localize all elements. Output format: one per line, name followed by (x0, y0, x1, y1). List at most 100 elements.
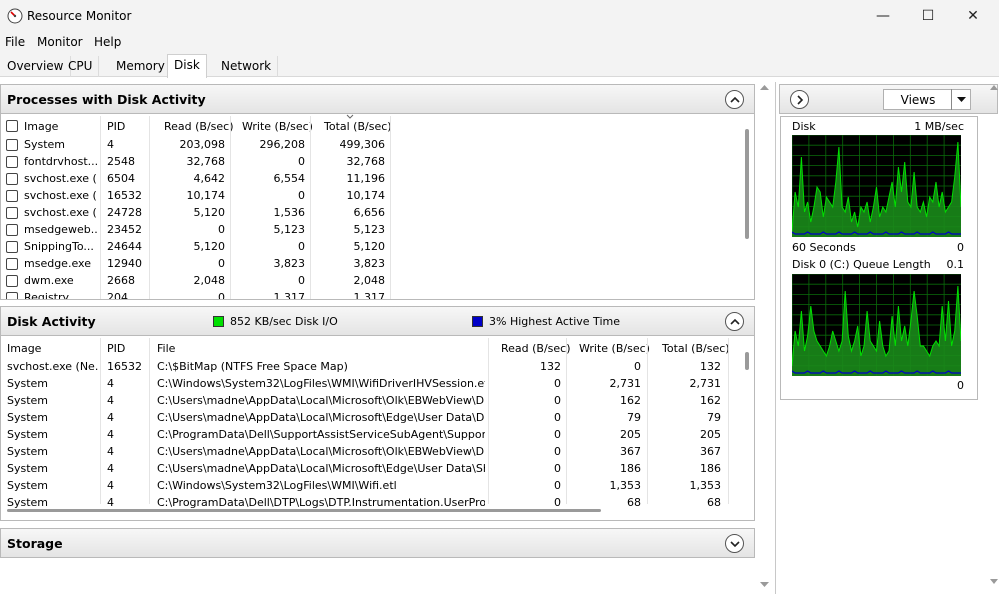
process-row[interactable]: svchost.exe (... 16532 10,174 0 10,174 (1, 188, 741, 205)
process-checkbox[interactable] (6, 258, 18, 270)
disk-activity-row[interactable]: System 4 C:\Users\madne\AppData\Local\Micr… (1, 444, 741, 461)
process-row[interactable]: Registry 204 0 1,317 1,317 (1, 290, 741, 300)
disk-activity-row[interactable]: System 4 C:\Windows\System32\LogFiles\WMI\… (1, 478, 741, 495)
processes-section-title: Processes with Disk Activity (7, 92, 206, 107)
da-pid: 4 (107, 496, 114, 509)
col-image[interactable]: Image (24, 120, 58, 133)
process-checkbox[interactable] (6, 173, 18, 185)
process-row[interactable]: msedgeweb... 23452 0 5,123 5,123 (1, 222, 741, 239)
da-pid: 4 (107, 377, 114, 390)
process-checkbox[interactable] (6, 241, 18, 253)
disk-activity-section-header[interactable]: Disk Activity 852 KB/sec Disk I/O 3% Hig… (0, 306, 755, 336)
da-total: 2,731 (689, 377, 722, 390)
active-time-legend-swatch (472, 316, 483, 327)
scroll-up-arrow-icon[interactable] (760, 84, 769, 90)
tab-overview[interactable]: Overview (1, 56, 71, 77)
process-checkbox[interactable] (6, 156, 18, 168)
da-pid: 4 (107, 479, 114, 492)
menu-bar: File Monitor Help (0, 32, 999, 52)
right-scroll-up-icon[interactable] (990, 84, 998, 90)
menu-help[interactable]: Help (94, 35, 121, 49)
process-read: 5,120 (193, 240, 226, 253)
da-read: 0 (554, 394, 561, 407)
col-da-file[interactable]: File (157, 342, 175, 355)
da-image: System (7, 411, 49, 424)
col-da-total[interactable]: Total (B/sec) (662, 342, 730, 355)
disk-activity-row[interactable]: System 4 C:\Users\madne\AppData\Local\Micr… (1, 393, 741, 410)
tab-network[interactable]: Network (215, 56, 279, 77)
views-dropdown[interactable] (951, 89, 971, 110)
da-file: C:\Windows\System32\LogFiles\WMI\WifiDri… (157, 377, 485, 390)
process-row[interactable]: fontdrvhost.... 2548 32,768 0 32,768 (1, 154, 741, 171)
process-row[interactable]: msedge.exe 12940 0 3,823 3,823 (1, 256, 741, 273)
process-row[interactable]: dwm.exe 2668 2,048 0 2,048 (1, 273, 741, 290)
processes-section-header[interactable]: Processes with Disk Activity (0, 84, 755, 114)
process-checkbox[interactable] (6, 207, 18, 219)
left-pane: Processes with Disk Activity Image PID R… (0, 82, 769, 594)
menu-monitor[interactable]: Monitor (37, 35, 83, 49)
tab-cpu[interactable]: CPU (62, 56, 100, 77)
col-da-pid[interactable]: PID (107, 342, 125, 355)
right-scroll-down-icon[interactable] (990, 579, 998, 585)
process-image: msedge.exe (24, 257, 91, 270)
process-write: 6,554 (273, 172, 306, 185)
da-total: 68 (707, 496, 721, 509)
col-da-write[interactable]: Write (B/sec) (579, 342, 650, 355)
col-write[interactable]: Write (B/sec) (242, 120, 313, 133)
expand-storage-button[interactable] (725, 534, 744, 553)
process-row[interactable]: System 4 203,098 296,208 499,306 (1, 137, 741, 154)
maximize-button[interactable]: ☐ (905, 0, 951, 32)
process-read: 4,642 (193, 172, 226, 185)
process-image: dwm.exe (24, 274, 74, 287)
select-all-checkbox[interactable] (6, 120, 18, 132)
menu-file[interactable]: File (5, 35, 25, 49)
process-write: 1,317 (273, 291, 306, 300)
process-write: 0 (298, 274, 305, 287)
collapse-disk-activity-button[interactable] (725, 312, 744, 331)
da-write: 2,731 (609, 377, 642, 390)
collapse-processes-button[interactable] (725, 90, 744, 109)
da-write: 186 (620, 462, 641, 475)
scroll-down-arrow-icon[interactable] (760, 582, 769, 588)
da-write: 0 (634, 360, 641, 373)
process-checkbox[interactable] (6, 292, 18, 299)
process-checkbox[interactable] (6, 224, 18, 236)
process-row[interactable]: svchost.exe (... 24728 5,120 1,536 6,656 (1, 205, 741, 222)
disk-activity-row[interactable]: System 4 C:\Windows\System32\LogFiles\WMI\… (1, 376, 741, 393)
col-pid[interactable]: PID (107, 120, 125, 133)
col-read[interactable]: Read (B/sec) (164, 120, 234, 133)
minimize-button[interactable]: — (860, 0, 906, 32)
close-button[interactable]: ✕ (950, 0, 996, 32)
disk-activity-hscrollbar[interactable] (7, 509, 601, 512)
process-checkbox[interactable] (6, 139, 18, 151)
process-checkbox[interactable] (6, 275, 18, 287)
col-da-read[interactable]: Read (B/sec) (501, 342, 571, 355)
process-pid: 2548 (107, 155, 135, 168)
processes-scrollbar[interactable] (745, 129, 749, 239)
process-read: 5,120 (193, 206, 226, 219)
storage-section-header[interactable]: Storage (0, 528, 755, 558)
process-total: 32,768 (346, 155, 386, 168)
views-label: Views (900, 93, 936, 107)
da-pid: 4 (107, 462, 114, 475)
tab-memory[interactable]: Memory (110, 56, 172, 77)
disk-activity-row[interactable]: svchost.exe (Ne... 16532 C:\$BitMap (NTFS … (1, 359, 741, 376)
disk-activity-row[interactable]: System 4 C:\Users\madne\AppData\Local\Micr… (1, 410, 741, 427)
process-row[interactable]: SnippingTo... 24644 5,120 0 5,120 (1, 239, 741, 256)
process-row[interactable]: svchost.exe (... 6504 4,642 6,554 11,196 (1, 171, 741, 188)
da-write: 162 (620, 394, 641, 407)
tab-disk[interactable]: Disk (167, 54, 207, 78)
process-total: 2,048 (353, 274, 386, 287)
disk-activity-vscrollbar[interactable] (745, 352, 749, 370)
col-total[interactable]: Total (B/sec) (324, 120, 392, 133)
disk-activity-row[interactable]: System 4 C:\ProgramData\Dell\SupportAssist… (1, 427, 741, 444)
da-total: 79 (707, 411, 721, 424)
process-checkbox[interactable] (6, 190, 18, 202)
da-image: System (7, 496, 49, 509)
collapse-right-pane-button[interactable] (790, 90, 809, 109)
process-pid: 16532 (107, 189, 142, 202)
process-total: 5,120 (353, 240, 386, 253)
disk-activity-row[interactable]: System 4 C:\Users\madne\AppData\Local\Micr… (1, 461, 741, 478)
col-da-image[interactable]: Image (7, 342, 41, 355)
da-read: 132 (540, 360, 561, 373)
